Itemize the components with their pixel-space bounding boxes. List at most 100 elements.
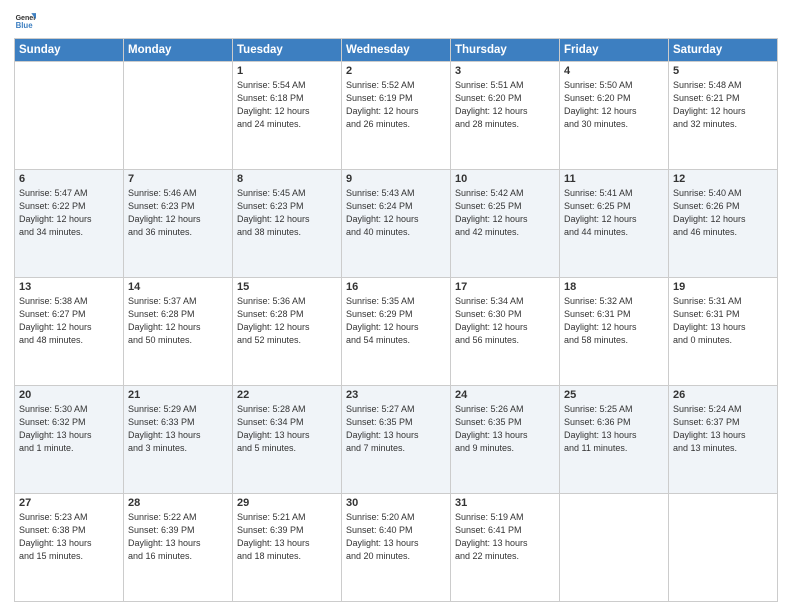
day-header-sunday: Sunday bbox=[15, 39, 124, 62]
day-info: Sunrise: 5:24 AM Sunset: 6:37 PM Dayligh… bbox=[673, 403, 773, 455]
day-info: Sunrise: 5:20 AM Sunset: 6:40 PM Dayligh… bbox=[346, 511, 446, 563]
day-number: 31 bbox=[455, 497, 555, 509]
day-info: Sunrise: 5:35 AM Sunset: 6:29 PM Dayligh… bbox=[346, 295, 446, 347]
day-number: 26 bbox=[673, 389, 773, 401]
day-number: 29 bbox=[237, 497, 337, 509]
calendar-cell: 19 Sunrise: 5:31 AM Sunset: 6:31 PM Dayli… bbox=[669, 278, 778, 386]
day-number: 15 bbox=[237, 281, 337, 293]
calendar-cell: 7Sunrise: 5:46 AM Sunset: 6:23 PM Daylig… bbox=[124, 170, 233, 278]
day-info: Sunrise: 5:48 AM Sunset: 6:21 PM Dayligh… bbox=[673, 79, 773, 131]
calendar-cell: 14 Sunrise: 5:37 AM Sunset: 6:28 PM Dayli… bbox=[124, 278, 233, 386]
calendar-cell: 27 Sunrise: 5:23 AM Sunset: 6:38 PM Dayli… bbox=[15, 494, 124, 602]
calendar-cell: 9 Sunrise: 5:43 AM Sunset: 6:24 PM Daylig… bbox=[342, 170, 451, 278]
day-info: Sunrise: 5:54 AM Sunset: 6:18 PM Dayligh… bbox=[237, 79, 337, 131]
calendar-cell bbox=[15, 62, 124, 170]
calendar-cell: 24 Sunrise: 5:26 AM Sunset: 6:35 PM Dayli… bbox=[451, 386, 560, 494]
calendar-cell: 30 Sunrise: 5:20 AM Sunset: 6:40 PM Dayli… bbox=[342, 494, 451, 602]
day-info: Sunrise: 5:40 AM Sunset: 6:26 PM Dayligh… bbox=[673, 187, 773, 239]
calendar-cell: 29 Sunrise: 5:21 AM Sunset: 6:39 PM Dayli… bbox=[233, 494, 342, 602]
calendar-cell bbox=[124, 62, 233, 170]
calendar-cell: 11 Sunrise: 5:41 AM Sunset: 6:25 PM Dayli… bbox=[560, 170, 669, 278]
day-number: 22 bbox=[237, 389, 337, 401]
calendar-cell bbox=[669, 494, 778, 602]
calendar-cell: 26 Sunrise: 5:24 AM Sunset: 6:37 PM Dayli… bbox=[669, 386, 778, 494]
day-number: 14 bbox=[128, 281, 228, 293]
day-header-thursday: Thursday bbox=[451, 39, 560, 62]
day-header-saturday: Saturday bbox=[669, 39, 778, 62]
day-number: 1 bbox=[237, 65, 337, 77]
day-header-friday: Friday bbox=[560, 39, 669, 62]
day-number: 23 bbox=[346, 389, 446, 401]
page: General Blue SundayMondayTuesdayWednesda… bbox=[0, 0, 792, 612]
day-info: Sunrise: 5:42 AM Sunset: 6:25 PM Dayligh… bbox=[455, 187, 555, 239]
day-info: Sunrise: 5:30 AM Sunset: 6:32 PM Dayligh… bbox=[19, 403, 119, 455]
calendar-cell: 22 Sunrise: 5:28 AM Sunset: 6:34 PM Dayli… bbox=[233, 386, 342, 494]
day-number: 16 bbox=[346, 281, 446, 293]
day-number: 10 bbox=[455, 173, 555, 185]
calendar-cell: 25 Sunrise: 5:25 AM Sunset: 6:36 PM Dayli… bbox=[560, 386, 669, 494]
calendar-cell: 10 Sunrise: 5:42 AM Sunset: 6:25 PM Dayli… bbox=[451, 170, 560, 278]
svg-text:Blue: Blue bbox=[16, 21, 34, 30]
day-header-monday: Monday bbox=[124, 39, 233, 62]
calendar-cell: 8Sunrise: 5:45 AM Sunset: 6:23 PM Daylig… bbox=[233, 170, 342, 278]
calendar-cell: 15 Sunrise: 5:36 AM Sunset: 6:28 PM Dayli… bbox=[233, 278, 342, 386]
calendar-header-row: SundayMondayTuesdayWednesdayThursdayFrid… bbox=[15, 39, 778, 62]
logo: General Blue bbox=[14, 10, 38, 32]
day-info: Sunrise: 5:22 AM Sunset: 6:39 PM Dayligh… bbox=[128, 511, 228, 563]
day-number: 4 bbox=[564, 65, 664, 77]
day-number: 3 bbox=[455, 65, 555, 77]
day-number: 25 bbox=[564, 389, 664, 401]
calendar-cell: 31Sunrise: 5:19 AM Sunset: 6:41 PM Dayli… bbox=[451, 494, 560, 602]
day-number: 19 bbox=[673, 281, 773, 293]
calendar-cell: 1 Sunrise: 5:54 AM Sunset: 6:18 PM Daylig… bbox=[233, 62, 342, 170]
day-info: Sunrise: 5:43 AM Sunset: 6:24 PM Dayligh… bbox=[346, 187, 446, 239]
calendar-cell: 28 Sunrise: 5:22 AM Sunset: 6:39 PM Dayli… bbox=[124, 494, 233, 602]
day-info: Sunrise: 5:23 AM Sunset: 6:38 PM Dayligh… bbox=[19, 511, 119, 563]
day-number: 12 bbox=[673, 173, 773, 185]
day-info: Sunrise: 5:31 AM Sunset: 6:31 PM Dayligh… bbox=[673, 295, 773, 347]
calendar-cell: 18Sunrise: 5:32 AM Sunset: 6:31 PM Dayli… bbox=[560, 278, 669, 386]
calendar-cell: 16 Sunrise: 5:35 AM Sunset: 6:29 PM Dayli… bbox=[342, 278, 451, 386]
day-info: Sunrise: 5:27 AM Sunset: 6:35 PM Dayligh… bbox=[346, 403, 446, 455]
calendar-cell: 4 Sunrise: 5:50 AM Sunset: 6:20 PM Daylig… bbox=[560, 62, 669, 170]
calendar-cell: 21 Sunrise: 5:29 AM Sunset: 6:33 PM Dayli… bbox=[124, 386, 233, 494]
day-info: Sunrise: 5:36 AM Sunset: 6:28 PM Dayligh… bbox=[237, 295, 337, 347]
calendar-cell: 20 Sunrise: 5:30 AM Sunset: 6:32 PM Dayli… bbox=[15, 386, 124, 494]
day-number: 17 bbox=[455, 281, 555, 293]
day-info: Sunrise: 5:37 AM Sunset: 6:28 PM Dayligh… bbox=[128, 295, 228, 347]
calendar-cell: 5 Sunrise: 5:48 AM Sunset: 6:21 PM Daylig… bbox=[669, 62, 778, 170]
week-row-5: 27 Sunrise: 5:23 AM Sunset: 6:38 PM Dayli… bbox=[15, 494, 778, 602]
day-number: 2 bbox=[346, 65, 446, 77]
calendar-cell: 13 Sunrise: 5:38 AM Sunset: 6:27 PM Dayli… bbox=[15, 278, 124, 386]
day-info: Sunrise: 5:29 AM Sunset: 6:33 PM Dayligh… bbox=[128, 403, 228, 455]
week-row-3: 13 Sunrise: 5:38 AM Sunset: 6:27 PM Dayli… bbox=[15, 278, 778, 386]
calendar-cell: 23 Sunrise: 5:27 AM Sunset: 6:35 PM Dayli… bbox=[342, 386, 451, 494]
day-info: Sunrise: 5:41 AM Sunset: 6:25 PM Dayligh… bbox=[564, 187, 664, 239]
day-info: Sunrise: 5:38 AM Sunset: 6:27 PM Dayligh… bbox=[19, 295, 119, 347]
day-info: Sunrise: 5:26 AM Sunset: 6:35 PM Dayligh… bbox=[455, 403, 555, 455]
calendar: SundayMondayTuesdayWednesdayThursdayFrid… bbox=[14, 38, 778, 602]
week-row-4: 20 Sunrise: 5:30 AM Sunset: 6:32 PM Dayli… bbox=[15, 386, 778, 494]
day-header-wednesday: Wednesday bbox=[342, 39, 451, 62]
day-number: 28 bbox=[128, 497, 228, 509]
day-info: Sunrise: 5:47 AM Sunset: 6:22 PM Dayligh… bbox=[19, 187, 119, 239]
day-number: 24 bbox=[455, 389, 555, 401]
day-number: 6 bbox=[19, 173, 119, 185]
day-info: Sunrise: 5:21 AM Sunset: 6:39 PM Dayligh… bbox=[237, 511, 337, 563]
day-number: 11 bbox=[564, 173, 664, 185]
day-info: Sunrise: 5:50 AM Sunset: 6:20 PM Dayligh… bbox=[564, 79, 664, 131]
day-number: 21 bbox=[128, 389, 228, 401]
day-info: Sunrise: 5:28 AM Sunset: 6:34 PM Dayligh… bbox=[237, 403, 337, 455]
calendar-cell: 6 Sunrise: 5:47 AM Sunset: 6:22 PM Daylig… bbox=[15, 170, 124, 278]
day-number: 13 bbox=[19, 281, 119, 293]
day-number: 30 bbox=[346, 497, 446, 509]
calendar-cell: 12 Sunrise: 5:40 AM Sunset: 6:26 PM Dayli… bbox=[669, 170, 778, 278]
day-info: Sunrise: 5:25 AM Sunset: 6:36 PM Dayligh… bbox=[564, 403, 664, 455]
week-row-2: 6 Sunrise: 5:47 AM Sunset: 6:22 PM Daylig… bbox=[15, 170, 778, 278]
day-number: 9 bbox=[346, 173, 446, 185]
day-number: 20 bbox=[19, 389, 119, 401]
logo-icon: General Blue bbox=[14, 10, 36, 32]
day-number: 5 bbox=[673, 65, 773, 77]
day-number: 27 bbox=[19, 497, 119, 509]
day-header-tuesday: Tuesday bbox=[233, 39, 342, 62]
